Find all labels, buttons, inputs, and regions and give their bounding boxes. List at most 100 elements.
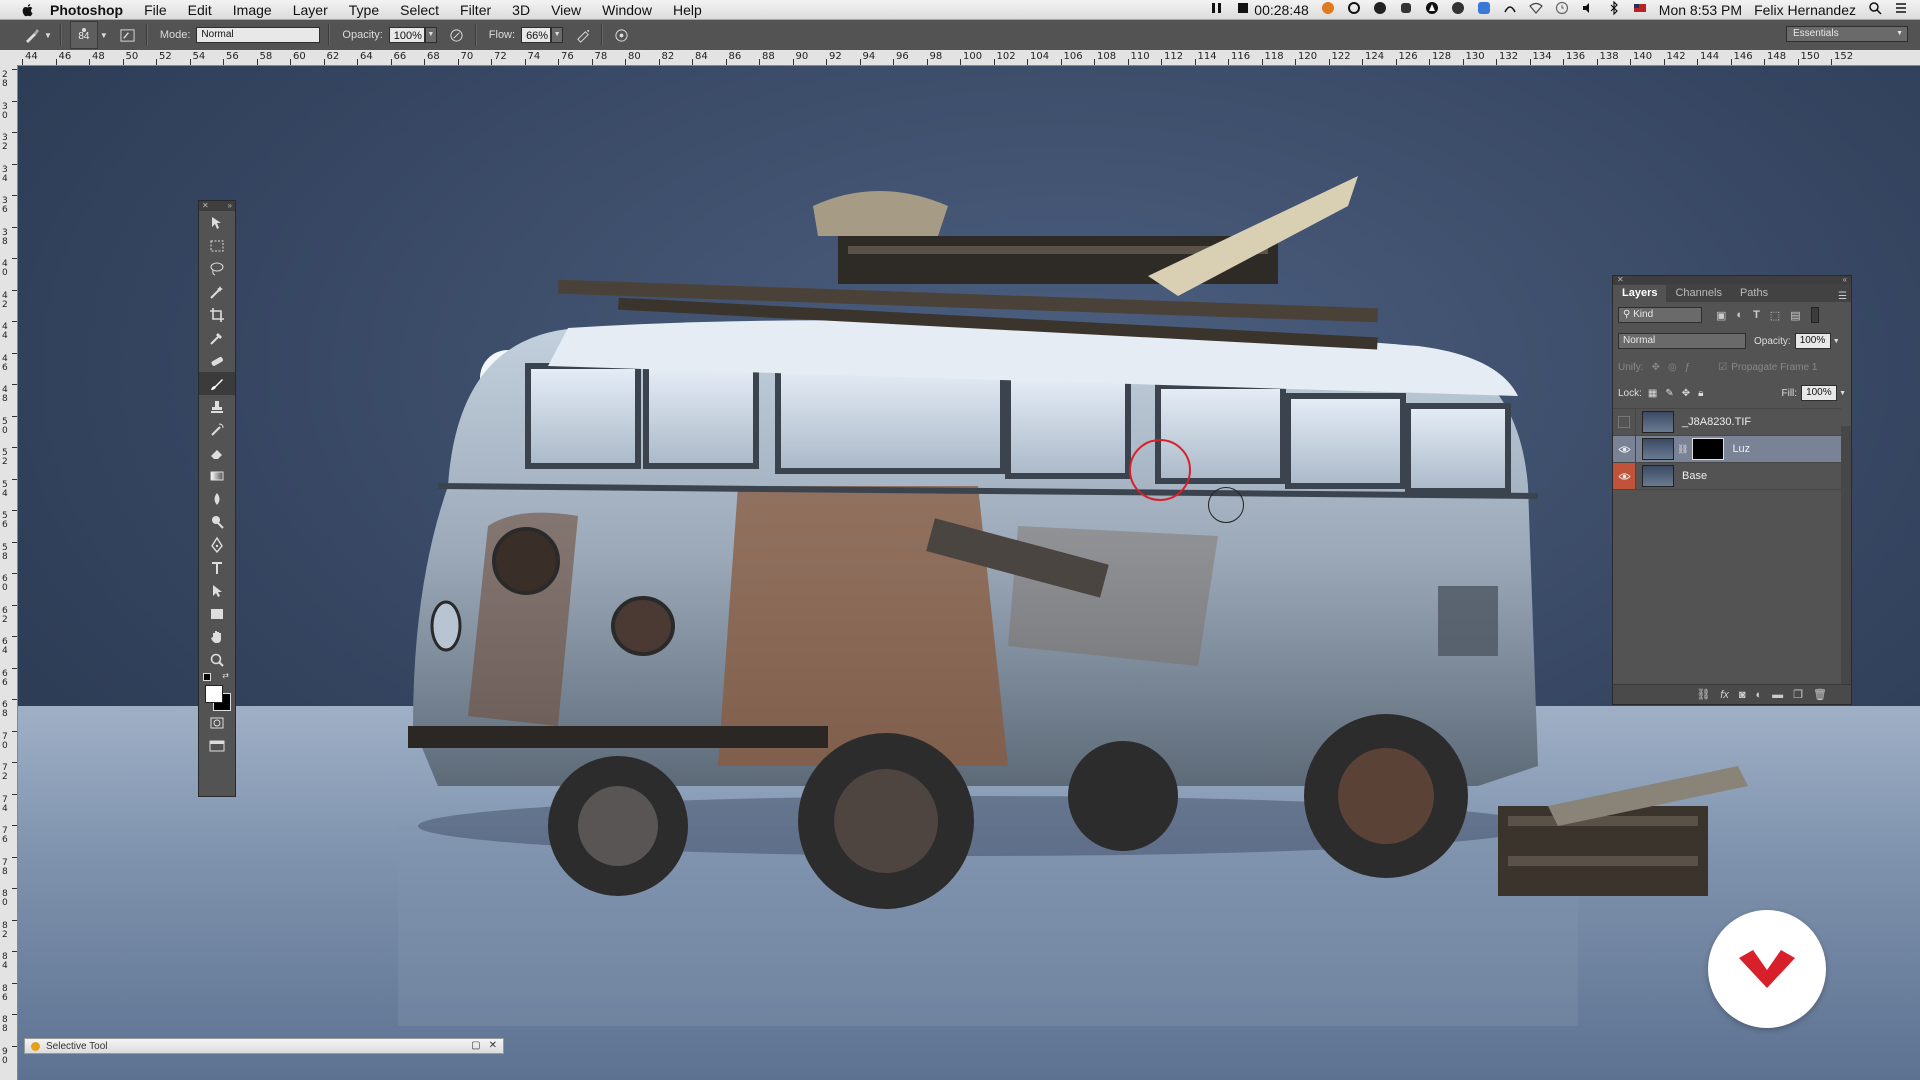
menu-image[interactable]: Image	[233, 2, 272, 18]
flow-slider-toggle[interactable]: ▼	[551, 27, 564, 43]
clock-datetime[interactable]: Mon 8:53 PM	[1659, 2, 1742, 18]
menu-help[interactable]: Help	[673, 2, 702, 18]
panel-menu-icon[interactable]: ☰	[1838, 291, 1847, 302]
status-icon-5[interactable]	[1477, 1, 1491, 18]
fill-slider-toggle[interactable]: ▼	[1839, 390, 1846, 397]
eraser-tool[interactable]	[199, 441, 235, 464]
healing-brush-tool[interactable]	[199, 349, 235, 372]
menu-filter[interactable]: Filter	[460, 2, 491, 18]
gradient-tool[interactable]	[199, 464, 235, 487]
bluetooth-icon[interactable]	[1607, 1, 1621, 18]
type-tool[interactable]	[199, 556, 235, 579]
layer-row[interactable]: _J8A8230.TIF	[1613, 409, 1841, 436]
quick-selection-tool[interactable]	[199, 280, 235, 303]
layer-name[interactable]: _J8A8230.TIF	[1682, 416, 1751, 428]
brush-picker-chevron-icon[interactable]: ▼	[100, 31, 108, 40]
tools-panel-header[interactable]: ✕»	[199, 201, 235, 211]
pen-tool[interactable]	[199, 533, 235, 556]
status-icon-3[interactable]	[1425, 1, 1439, 18]
opacity-input[interactable]: 100%	[388, 27, 425, 43]
pressure-size-icon[interactable]	[611, 25, 631, 45]
lock-all-icon[interactable]: 🔒︎	[1698, 388, 1703, 399]
workspace-switcher[interactable]: Essentials ▼	[1786, 26, 1908, 42]
layer-name[interactable]: Base	[1682, 470, 1707, 482]
new-layer-icon[interactable]: ❐	[1793, 688, 1803, 701]
status-icon-2[interactable]	[1399, 1, 1413, 18]
user-name[interactable]: Felix Hernandez	[1754, 2, 1856, 18]
hand-tool[interactable]	[199, 625, 235, 648]
filter-smart-object-icon[interactable]: ▤	[1790, 309, 1800, 322]
path-selection-tool[interactable]	[199, 579, 235, 602]
stop-icon[interactable]	[1236, 1, 1250, 18]
horizontal-ruler[interactable]: 44 46 48 50 52 54 56 58 60 62 64 66 68 70 72 74 76 78 80 82…	[0, 50, 1920, 66]
brush-tool[interactable]	[199, 372, 235, 395]
layer-style-icon[interactable]: fx	[1720, 689, 1729, 701]
brush-tool-preset-icon[interactable]	[22, 25, 42, 45]
tab-channels[interactable]: Channels	[1666, 285, 1730, 302]
dodge-tool[interactable]	[199, 510, 235, 533]
lock-pixels-icon[interactable]: ✎	[1665, 388, 1673, 399]
menu-select[interactable]: Select	[400, 2, 439, 18]
close-icon[interactable]: ✕	[202, 201, 209, 211]
maximize-icon[interactable]: ▢	[471, 1040, 480, 1051]
app-status-icon[interactable]	[1321, 1, 1335, 18]
rectangle-tool[interactable]	[199, 602, 235, 625]
blur-tool[interactable]	[199, 487, 235, 510]
screen-mode-button[interactable]	[199, 734, 235, 757]
delete-layer-icon[interactable]: 🗑︎	[1813, 688, 1827, 701]
filter-shape-icon[interactable]: ⬚	[1770, 309, 1780, 322]
layer-name[interactable]: Luz	[1732, 443, 1750, 455]
foreground-color-swatch[interactable]	[205, 685, 223, 703]
flag-icon[interactable]	[1633, 1, 1647, 18]
unify-style-icon[interactable]: ƒ	[1685, 362, 1691, 373]
layer-row-selected[interactable]: ⛓ Luz	[1613, 436, 1841, 463]
menu-view[interactable]: View	[551, 2, 581, 18]
tab-paths[interactable]: Paths	[1731, 285, 1777, 302]
menu-window[interactable]: Window	[602, 2, 652, 18]
close-icon[interactable]: ✕	[1617, 276, 1624, 284]
status-icon-4[interactable]	[1451, 1, 1465, 18]
menu-file[interactable]: File	[144, 2, 167, 18]
filter-toggle-icon[interactable]	[1810, 307, 1819, 323]
collapse-icon[interactable]: «	[1843, 276, 1847, 284]
adjustment-layer-icon[interactable]: ◐	[1756, 689, 1763, 701]
layer-opacity-slider-toggle[interactable]: ▼	[1833, 338, 1840, 345]
pressure-opacity-icon[interactable]	[447, 25, 467, 45]
visibility-toggle-off[interactable]	[1613, 409, 1636, 435]
eyedropper-tool[interactable]	[199, 326, 235, 349]
swap-colors-icon[interactable]: ⇄	[222, 671, 229, 680]
wifi-icon[interactable]	[1528, 1, 1543, 18]
flow-input[interactable]: 66%	[521, 27, 552, 43]
unify-visibility-icon[interactable]: ◎	[1668, 362, 1677, 373]
propagate-checkbox[interactable]: ☑	[1718, 362, 1727, 373]
menu-layer[interactable]: Layer	[293, 2, 328, 18]
apple-icon[interactable]	[20, 2, 36, 18]
history-brush-tool[interactable]	[199, 418, 235, 441]
unify-position-icon[interactable]: ✥	[1652, 362, 1660, 373]
lock-position-icon[interactable]: ✥	[1682, 388, 1690, 399]
brush-size-picker[interactable]: 84	[69, 21, 98, 49]
zoom-tool[interactable]	[199, 648, 235, 671]
marquee-tool[interactable]	[199, 234, 235, 257]
menu-3d[interactable]: 3D	[512, 2, 530, 18]
mode-select[interactable]: Normal	[196, 27, 321, 43]
vertical-ruler[interactable]: 28 30 32 34 36 38 40 42 44 46 48 50 52 54 56 58 60 62 64 66…	[0, 65, 18, 1080]
filter-type-icon[interactable]: T	[1753, 309, 1760, 321]
layer-row[interactable]: Base	[1613, 463, 1841, 490]
visibility-toggle[interactable]	[1613, 436, 1636, 462]
airbrush-icon[interactable]	[573, 25, 593, 45]
menu-app[interactable]: Photoshop	[50, 2, 123, 18]
blend-mode-select[interactable]: Normal	[1618, 333, 1746, 349]
tab-layers[interactable]: Layers	[1613, 285, 1667, 302]
notification-center-icon[interactable]	[1894, 1, 1908, 18]
crop-tool[interactable]	[199, 303, 235, 326]
selective-tool-window[interactable]: Selective Tool ▢ ✕	[24, 1038, 504, 1054]
color-swatches[interactable]	[199, 683, 235, 711]
link-layers-icon[interactable]: ⛓	[1696, 688, 1710, 701]
collapse-icon[interactable]: »	[228, 201, 232, 211]
status-icon-1[interactable]	[1373, 1, 1387, 18]
filter-pixel-icon[interactable]: ▣	[1716, 309, 1726, 322]
time-machine-icon[interactable]	[1555, 1, 1569, 18]
move-tool[interactable]	[199, 211, 235, 234]
menu-edit[interactable]: Edit	[188, 2, 212, 18]
